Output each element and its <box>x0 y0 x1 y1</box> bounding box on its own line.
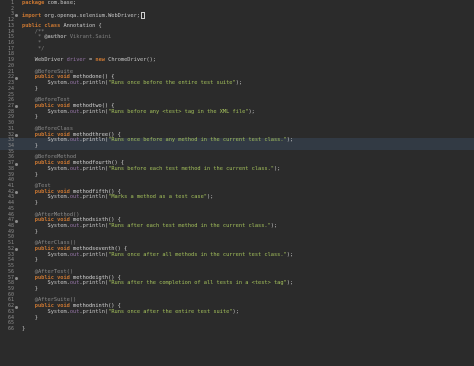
code-token: Vikrant.Saini <box>66 34 112 41</box>
code-token: */ <box>22 45 45 52</box>
code-token: "Runs after the completion of all tests … <box>108 280 287 287</box>
code-token: out <box>69 194 80 201</box>
code-token: WebDriver <box>22 57 67 64</box>
code-token: out <box>69 308 80 315</box>
code-token: .println( <box>79 251 109 258</box>
code-token: out <box>69 137 80 144</box>
code-token: } <box>22 325 26 332</box>
code-token: "Marks a method as a test case" <box>108 194 207 201</box>
code-text: } <box>22 325 26 333</box>
code-token: out <box>69 108 80 115</box>
code-line[interactable]: 66} <box>0 325 474 333</box>
code-token: package <box>22 0 48 6</box>
code-token: ); <box>235 80 243 87</box>
code-token: ); <box>232 308 239 315</box>
code-token: Annotation { <box>63 22 102 29</box>
code-token: "Runs after each test method in the curr… <box>108 223 271 230</box>
code-token: ); <box>286 251 294 258</box>
code-lines[interactable]: 1 package com.base; 2 3 import org.openqa.se… <box>0 0 474 333</box>
code-token: out <box>69 280 80 287</box>
code-token: .println( <box>79 280 109 287</box>
code-token: = <box>85 57 96 64</box>
code-token: } <box>22 114 38 121</box>
code-token: out <box>69 165 80 172</box>
fold-marker-icon[interactable] <box>14 13 18 17</box>
code-token: "Runs before any <test> tag in the XML f… <box>108 108 249 115</box>
code-token: .println( <box>79 308 109 315</box>
fold-marker-icon[interactable] <box>14 134 18 138</box>
code-token: } <box>22 257 38 264</box>
code-token: out <box>69 223 80 230</box>
code-token: "Runs once before any method in the curr… <box>108 137 287 144</box>
fold-marker-icon[interactable] <box>14 277 18 280</box>
code-token: .println( <box>79 194 109 201</box>
code-token: com.base; <box>47 0 77 6</box>
fold-marker-icon[interactable] <box>14 105 18 109</box>
code-token: .println( <box>79 137 109 144</box>
code-token: ChromeDriver(); <box>108 57 156 64</box>
code-token: .println( <box>79 80 109 87</box>
code-token: driver <box>66 57 86 64</box>
fold-marker-icon[interactable] <box>14 76 18 80</box>
fold-marker-icon[interactable] <box>14 305 18 309</box>
code-token: ); <box>286 137 294 144</box>
code-token: @author <box>44 34 67 41</box>
code-token: } <box>22 85 38 92</box>
line-number: 66 <box>7 325 14 332</box>
code-token: ); <box>206 194 214 201</box>
code-token: ); <box>286 280 294 287</box>
code-token: .println( <box>79 165 109 172</box>
code-token: new <box>95 57 109 64</box>
code-token: } <box>22 200 38 207</box>
code-token: "Runs once after all methods in the curr… <box>108 251 287 258</box>
code-editor[interactable]: 1 package com.base; 2 3 import org.openqa.se… <box>0 0 474 366</box>
code-token: out <box>69 251 80 258</box>
fold-marker-icon[interactable] <box>14 248 18 252</box>
code-token: .println( <box>79 223 109 230</box>
fold-marker-icon[interactable] <box>14 219 18 223</box>
code-token: } <box>22 228 38 235</box>
code-token: ); <box>273 165 281 172</box>
code-token: } <box>22 171 38 178</box>
code-token: ); <box>270 223 278 230</box>
code-token: "Runs once after the entire test suite" <box>108 308 233 315</box>
code-token: } <box>22 285 38 292</box>
fold-marker-icon[interactable] <box>14 162 18 166</box>
code-token: } <box>22 314 38 321</box>
code-token: ); <box>248 108 255 115</box>
fold-marker-icon[interactable] <box>14 191 18 195</box>
code-token: "Runs before each test method in the cur… <box>108 165 274 172</box>
code-token: "Runs once before the entire test suite" <box>108 80 236 87</box>
code-token: } <box>22 142 38 149</box>
code-token: out <box>69 80 80 87</box>
code-token: .println( <box>79 108 109 115</box>
